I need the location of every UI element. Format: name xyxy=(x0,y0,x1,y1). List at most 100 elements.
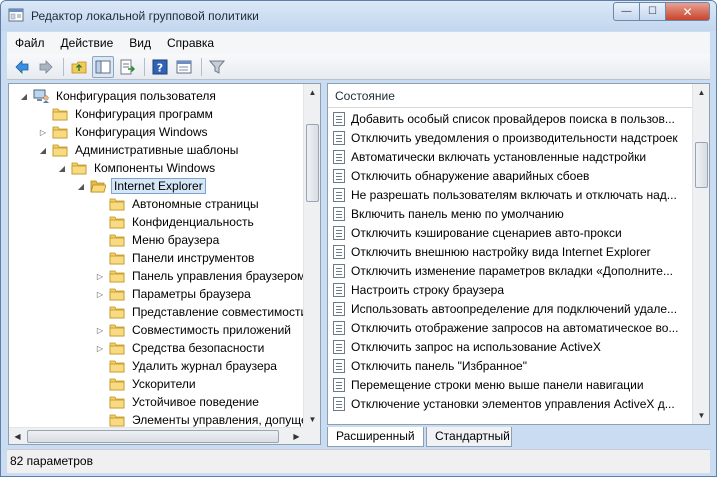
policy-setting-row[interactable]: Перемещение строки меню выше панели нави… xyxy=(328,375,692,394)
scrollbar-thumb[interactable] xyxy=(695,142,708,188)
expanded-arrow-icon[interactable]: ◢ xyxy=(57,163,67,173)
menu-action[interactable]: Действие xyxy=(53,33,122,53)
tree-item[interactable]: Ускорители xyxy=(95,375,198,393)
policy-setting-row[interactable]: Использовать автоопределение для подключ… xyxy=(328,299,692,318)
policy-setting-row[interactable]: Включить панель меню по умолчанию xyxy=(328,204,692,223)
folder-icon xyxy=(109,414,125,427)
close-button[interactable]: ✕ xyxy=(666,2,710,21)
scroll-down-icon[interactable]: ▼ xyxy=(304,411,320,428)
scroll-down-icon[interactable]: ▼ xyxy=(693,407,709,424)
status-text: 82 параметров xyxy=(10,454,93,468)
tree-item[interactable]: Представление совместимости xyxy=(95,303,305,321)
tree-item[interactable]: ◢ Internet Explorer xyxy=(76,177,206,195)
scroll-up-icon[interactable]: ▲ xyxy=(693,84,709,101)
collapsed-arrow-icon[interactable]: ▷ xyxy=(95,343,105,353)
expanded-arrow-icon[interactable]: ◢ xyxy=(19,91,29,101)
tree-item[interactable]: Устойчивое поведение xyxy=(95,393,261,411)
tree-item-label: Панели инструментов xyxy=(132,251,255,265)
tree-item[interactable]: ▷ Совместимость приложений xyxy=(95,321,293,339)
policy-setting-row[interactable]: Автоматически включать установленные над… xyxy=(328,147,692,166)
policy-setting-name: Отключить уведомления о производительнос… xyxy=(351,130,678,145)
title-bar[interactable]: Редактор локальной групповой политики — … xyxy=(1,1,716,31)
policy-setting-row[interactable]: Отключить панель "Избранное" xyxy=(328,356,692,375)
show-hide-tree-button[interactable] xyxy=(92,55,114,78)
scroll-up-icon[interactable]: ▲ xyxy=(304,84,320,101)
tree-horizontal-scrollbar[interactable]: ◀ ▶ xyxy=(9,427,305,444)
tree-item[interactable]: Удалить журнал браузера xyxy=(95,357,279,375)
tree-item[interactable]: Элементы управления, допущенны xyxy=(95,411,305,428)
help-button[interactable]: ? xyxy=(149,56,171,78)
policy-setting-row[interactable]: Отключить отображение запросов на автома… xyxy=(328,318,692,337)
collapsed-arrow-icon[interactable]: ▷ xyxy=(95,271,105,281)
tree-item[interactable]: Конфигурация программ xyxy=(38,105,215,123)
tree-item[interactable]: Конфиденциальность xyxy=(95,213,256,231)
list-vertical-scrollbar[interactable]: ▲ ▼ xyxy=(692,84,709,424)
tree-item[interactable]: ◢ Административные шаблоны xyxy=(38,141,240,159)
tree-item-label: Панель управления браузером xyxy=(132,269,305,283)
folder-icon xyxy=(109,234,125,247)
scrollbar-thumb[interactable] xyxy=(306,124,319,202)
tree-item[interactable]: ◢ Компоненты Windows xyxy=(57,159,217,177)
collapsed-arrow-icon[interactable]: ▷ xyxy=(95,289,105,299)
policy-setting-row[interactable]: Отключить изменение параметров вкладки «… xyxy=(328,261,692,280)
tree-item[interactable]: Меню браузера xyxy=(95,231,221,249)
back-button[interactable] xyxy=(11,56,33,78)
collapsed-arrow-icon[interactable]: ▷ xyxy=(38,127,48,137)
policy-setting-row[interactable]: Отключить обнаружение аварийных сбоев xyxy=(328,166,692,185)
tree-item[interactable]: ▷ Конфигурация Windows xyxy=(38,123,210,141)
maximize-button[interactable]: ☐ xyxy=(640,2,666,21)
up-level-button[interactable] xyxy=(68,56,90,78)
expanded-arrow-icon[interactable]: ◢ xyxy=(76,181,86,191)
tree-item[interactable]: Панели инструментов xyxy=(95,249,256,267)
tree-item[interactable]: ▷ Панель управления браузером xyxy=(95,267,305,285)
minimize-icon: — xyxy=(621,6,632,17)
minimize-button[interactable]: — xyxy=(613,2,640,21)
tree-item-label: Компоненты Windows xyxy=(94,161,216,175)
scrollbar-thumb[interactable] xyxy=(27,430,279,443)
console-tree-pane: ◢ Конфигурация пользователя Конфигурация п… xyxy=(8,83,321,445)
tree-item[interactable]: ▷ Параметры браузера xyxy=(95,285,253,303)
policy-setting-name: Настроить строку браузера xyxy=(351,282,505,297)
policy-setting-icon xyxy=(333,263,345,278)
policy-setting-row[interactable]: Добавить особый список провайдеров поиск… xyxy=(328,109,692,128)
collapsed-arrow-icon[interactable]: ▷ xyxy=(95,325,105,335)
policy-setting-row[interactable]: Отключение установки элементов управлени… xyxy=(328,394,692,413)
policy-setting-row[interactable]: Не разрешать пользователям включать и от… xyxy=(328,185,692,204)
menu-view[interactable]: Вид xyxy=(121,33,159,53)
policy-setting-row[interactable]: Настроить строку браузера xyxy=(328,280,692,299)
folder-icon xyxy=(52,108,68,121)
menu-file[interactable]: Файл xyxy=(7,33,53,53)
policy-setting-icon xyxy=(333,225,345,240)
folder-icon xyxy=(109,270,125,283)
policy-setting-icon xyxy=(333,187,345,202)
tree-item[interactable]: Автономные страницы xyxy=(95,195,261,213)
filter-button[interactable] xyxy=(206,56,228,78)
policy-setting-icon xyxy=(333,282,345,297)
forward-button[interactable] xyxy=(35,56,57,78)
policy-setting-row[interactable]: Отключить запрос на использование Active… xyxy=(328,337,692,356)
policy-setting-row[interactable]: Отключить внешнюю настройку вида Interne… xyxy=(328,242,692,261)
policy-setting-name: Использовать автоопределение для подключ… xyxy=(351,301,678,316)
filter-icon xyxy=(209,60,225,74)
expanded-arrow-icon[interactable]: ◢ xyxy=(38,145,48,155)
policy-setting-row[interactable]: Отключить кэширование сценариев авто-про… xyxy=(328,223,692,242)
tab-extended[interactable]: Расширенный xyxy=(327,427,424,447)
column-header-state[interactable]: Состояние xyxy=(328,84,692,108)
scroll-left-icon[interactable]: ◀ xyxy=(9,428,26,444)
properties-button[interactable] xyxy=(173,56,195,78)
menu-help[interactable]: Справка xyxy=(159,33,222,53)
tree-vertical-scrollbar[interactable]: ▲ ▼ xyxy=(303,84,320,428)
policy-setting-name: Отключить кэширование сценариев авто-про… xyxy=(351,225,622,240)
tree-item-label: Удалить журнал браузера xyxy=(132,359,277,373)
policy-setting-row[interactable]: Отключить уведомления о производительнос… xyxy=(328,128,692,147)
policy-setting-name: Отключить панель "Избранное" xyxy=(351,358,527,373)
folder-icon xyxy=(109,306,125,319)
tab-standard[interactable]: Стандартный xyxy=(426,427,512,447)
export-list-button[interactable] xyxy=(116,56,138,78)
tree-item[interactable]: ◢ Конфигурация пользователя xyxy=(19,87,218,105)
settings-list-pane: Состояние Добавить особый список провайд… xyxy=(327,83,710,425)
tree-item[interactable]: ▷ Средства безопасности xyxy=(95,339,266,357)
policy-setting-icon xyxy=(333,339,345,354)
